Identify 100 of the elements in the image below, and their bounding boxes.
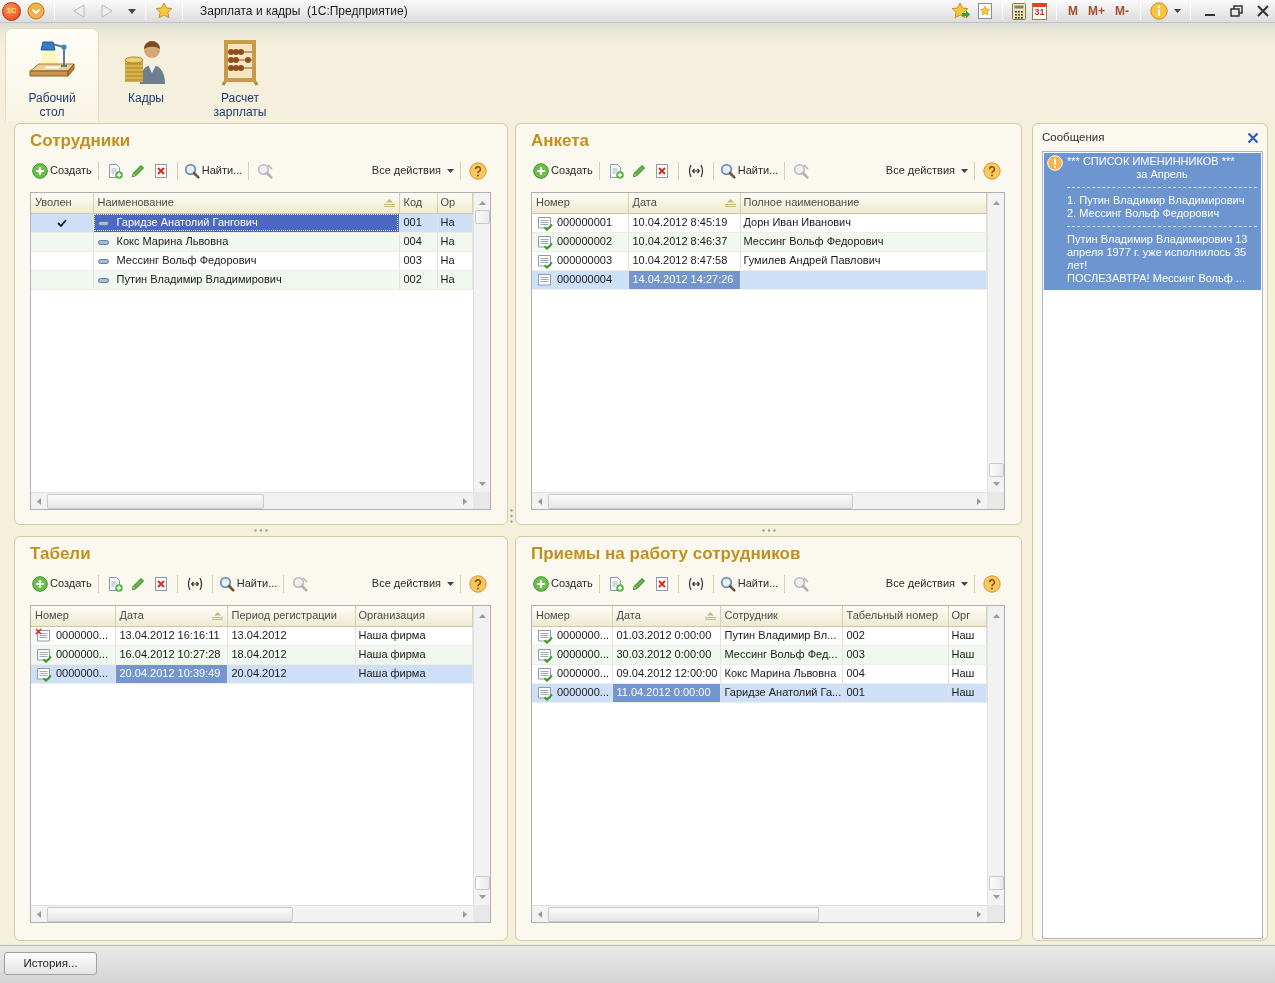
column-header[interactable]: Ор bbox=[437, 193, 473, 213]
column-header[interactable]: Код bbox=[399, 193, 437, 213]
restore-icon[interactable] bbox=[1230, 5, 1243, 17]
splitter-grip-icon[interactable] bbox=[510, 509, 513, 523]
memory-button[interactable]: M+ bbox=[1086, 3, 1107, 19]
period-icon[interactable] bbox=[686, 576, 705, 592]
vertical-scrollbar[interactable] bbox=[987, 606, 1004, 905]
document-delete-icon[interactable] bbox=[152, 576, 169, 592]
create-button[interactable]: Создать bbox=[531, 573, 595, 595]
section-tab[interactable]: Расчет зарплаты bbox=[193, 28, 287, 121]
table-cell: 09.04.2012 12:00:00 bbox=[612, 664, 720, 683]
close-icon[interactable] bbox=[1257, 5, 1269, 17]
find-button[interactable]: Найти... bbox=[717, 160, 781, 182]
star-icon[interactable] bbox=[155, 2, 173, 20]
document-plus-icon[interactable] bbox=[607, 576, 624, 592]
section-tab[interactable]: Рабочий стол bbox=[5, 28, 99, 121]
cell-text: 0000000... bbox=[56, 666, 108, 679]
caret-icon[interactable] bbox=[128, 8, 136, 14]
column-header[interactable]: Уволен bbox=[31, 193, 93, 213]
all-actions-button[interactable]: Все действия bbox=[883, 573, 970, 595]
scrollbar-corner bbox=[473, 905, 490, 922]
vertical-scrollbar[interactable] bbox=[987, 193, 1004, 492]
forward-icon[interactable] bbox=[100, 3, 114, 19]
info-icon[interactable] bbox=[1150, 2, 1168, 20]
help-icon[interactable] bbox=[469, 575, 487, 593]
pencil-icon[interactable] bbox=[631, 577, 646, 591]
column-header[interactable]: Табельный номер bbox=[842, 606, 948, 626]
scrollbar-thumb[interactable] bbox=[988, 463, 1004, 477]
help-icon[interactable] bbox=[469, 162, 487, 180]
table-cell: На bbox=[437, 213, 473, 232]
calendar-button[interactable]: 31 bbox=[1032, 2, 1047, 20]
find-button[interactable]: Найти... bbox=[181, 160, 245, 182]
column-header[interactable]: Организация bbox=[355, 606, 473, 626]
document-plus-icon[interactable] bbox=[607, 163, 624, 179]
history-button[interactable]: История... bbox=[4, 952, 97, 975]
horizontal-scrollbar[interactable] bbox=[532, 492, 987, 509]
document-delete-icon[interactable] bbox=[152, 163, 169, 179]
column-header[interactable]: Наименование bbox=[93, 193, 399, 213]
table-row[interactable]: 000000003 10.04.2012 8:47:58 Гумилев Андрей Павлович bbox=[532, 251, 987, 270]
section-tab[interactable]: Кадры bbox=[99, 28, 193, 121]
table-row[interactable]: 0000000... 13.04.2012 16:16:11 13.04.2012 Наша фирма bbox=[31, 626, 473, 645]
document-plus-icon[interactable] bbox=[106, 576, 123, 592]
find-button[interactable]: Найти... bbox=[717, 573, 781, 595]
scrollbar-thumb[interactable] bbox=[548, 906, 819, 922]
column-header[interactable]: Дата bbox=[115, 606, 227, 626]
column-header[interactable]: Период регистрации bbox=[227, 606, 355, 626]
column-header[interactable]: Дата bbox=[628, 193, 740, 213]
scrollbar-thumb[interactable] bbox=[548, 493, 853, 509]
column-header[interactable]: Номер bbox=[532, 606, 612, 626]
column-header[interactable]: Сотрудник bbox=[720, 606, 842, 626]
table-cell: 01.03.2012 0:00:00 bbox=[612, 626, 720, 645]
vertical-scrollbar[interactable] bbox=[473, 606, 490, 905]
create-button[interactable]: Создать bbox=[30, 160, 94, 182]
memory-button[interactable]: M bbox=[1066, 3, 1080, 19]
document-delete-icon[interactable] bbox=[653, 163, 670, 179]
column-header[interactable]: Номер bbox=[532, 193, 628, 213]
document-plus-icon[interactable] bbox=[106, 163, 123, 179]
memory-button[interactable]: M- bbox=[1113, 3, 1131, 19]
scrollbar-thumb[interactable] bbox=[474, 876, 490, 890]
help-icon[interactable] bbox=[983, 575, 1001, 593]
horizontal-scrollbar[interactable] bbox=[31, 905, 473, 922]
column-header[interactable]: Полное наименование bbox=[740, 193, 987, 213]
splitter-grip-icon[interactable] bbox=[254, 529, 268, 532]
main-menu-icon[interactable] bbox=[27, 2, 45, 20]
all-actions-button[interactable]: Все действия bbox=[369, 573, 456, 595]
caret-icon[interactable] bbox=[1174, 9, 1181, 13]
scrollbar-thumb[interactable] bbox=[474, 210, 490, 224]
table-cell: Наша фирма bbox=[355, 626, 473, 645]
star-arrow-icon[interactable] bbox=[951, 2, 971, 20]
column-header[interactable]: Орг bbox=[948, 606, 987, 626]
left-arrow-icon bbox=[37, 910, 41, 918]
back-icon[interactable] bbox=[72, 3, 86, 19]
horizontal-scrollbar[interactable] bbox=[31, 492, 473, 509]
table-row[interactable]: Мессинг Вольф Федорович 003 На bbox=[31, 251, 473, 270]
period-icon[interactable] bbox=[686, 163, 705, 179]
document-delete-icon[interactable] bbox=[653, 576, 670, 592]
all-actions-button[interactable]: Все действия bbox=[883, 160, 970, 182]
table-row[interactable]: 0000000... 09.04.2012 12:00:00 Кокс Марина Львовна 004 Наш bbox=[532, 664, 987, 683]
horizontal-scrollbar[interactable] bbox=[532, 905, 987, 922]
help-icon[interactable] bbox=[983, 162, 1001, 180]
magnifier-icon bbox=[719, 163, 736, 179]
splitter-grip-icon[interactable] bbox=[761, 529, 776, 532]
pencil-icon[interactable] bbox=[130, 164, 145, 178]
all-actions-button[interactable]: Все действия bbox=[369, 160, 456, 182]
scrollbar-thumb[interactable] bbox=[988, 876, 1004, 890]
table-row[interactable]: 000000001 10.04.2012 8:45:19 Дорн Иван Иванович bbox=[532, 213, 987, 232]
calculator-icon[interactable] bbox=[1012, 2, 1026, 20]
create-button[interactable]: Создать bbox=[30, 573, 94, 595]
find-button[interactable]: Найти... bbox=[216, 573, 280, 595]
vertical-scrollbar[interactable] bbox=[473, 193, 490, 492]
create-button[interactable]: Создать bbox=[531, 160, 595, 182]
period-icon[interactable] bbox=[185, 576, 204, 592]
column-header[interactable]: Дата bbox=[612, 606, 720, 626]
scrollbar-thumb[interactable] bbox=[47, 906, 293, 922]
close-icon[interactable] bbox=[1247, 132, 1259, 144]
table-row[interactable]: 0000000... 01.03.2012 0:00:00 Путин Владимир Вл... 002 Наш bbox=[532, 626, 987, 645]
pencil-icon[interactable] bbox=[631, 164, 646, 178]
scrollbar-thumb[interactable] bbox=[47, 493, 265, 509]
pencil-icon[interactable] bbox=[130, 577, 145, 591]
column-header[interactable]: Номер bbox=[31, 606, 115, 626]
